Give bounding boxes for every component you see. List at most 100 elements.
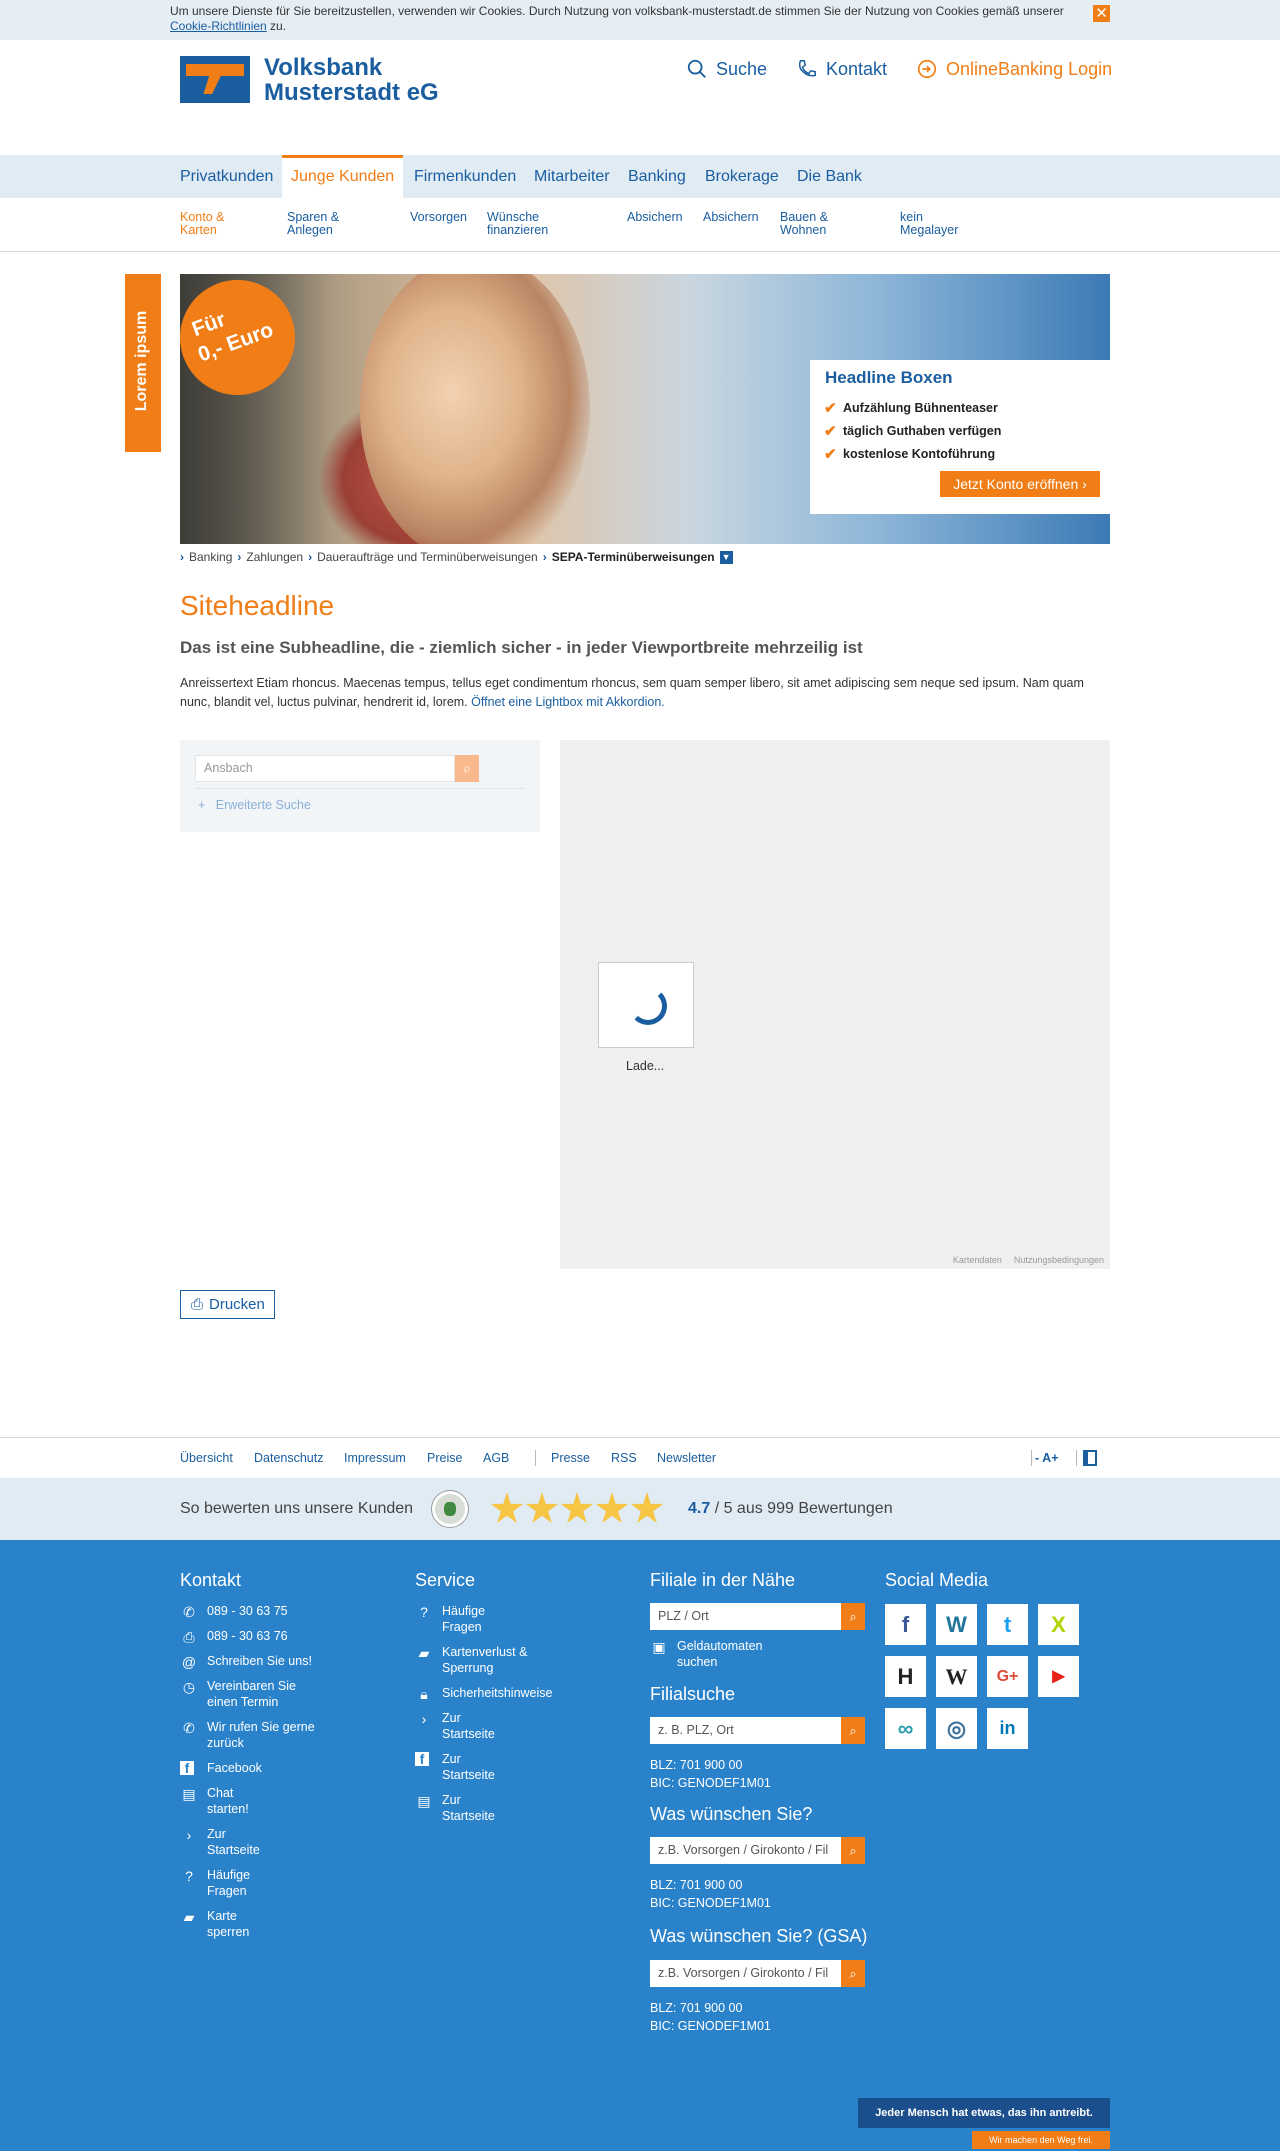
print-button[interactable]: ⎙ Drucken xyxy=(180,1290,275,1319)
search-link[interactable]: Suche xyxy=(686,58,767,80)
wish-search-input-gsa[interactable]: z.B. Vorsorgen / Girokonto / Fil ⌕ xyxy=(650,1960,865,1987)
breadcrumb-item[interactable]: Zahlungen xyxy=(246,550,303,564)
xing-icon[interactable]: X xyxy=(1038,1604,1079,1645)
kununu-icon[interactable]: H xyxy=(885,1656,926,1697)
footer-heading: Filialsuche xyxy=(650,1684,736,1704)
main-navigation: Privatkunden Junge Kunden Firmenkunden M… xyxy=(0,155,1280,198)
cookie-policy-link[interactable]: Cookie-Richtlinien xyxy=(170,19,267,33)
footer-fax[interactable]: ⎙ 089 - 30 63 76 xyxy=(180,1628,320,1645)
footer-link-rss[interactable]: RSS xyxy=(611,1451,637,1465)
service-chat[interactable]: ▤ Zur Startseite xyxy=(415,1792,495,1824)
customer-rating-bar: So bewerten uns unsere Kunden 4.7 / 5 au… xyxy=(0,1478,1280,1540)
phone-icon xyxy=(798,60,816,77)
youtube-icon[interactable]: ▶ xyxy=(1038,1656,1079,1697)
branch-search-input[interactable]: z. B. PLZ, Ort ⌕ xyxy=(650,1717,865,1744)
subnav-kein-megalayer[interactable]: kein Megalayer xyxy=(900,211,970,237)
service-security[interactable]: 🔒︎ Sicherheitshinweise xyxy=(415,1685,560,1702)
service-card-loss[interactable]: ▰ Kartenverlust & Sperrung xyxy=(415,1644,560,1676)
contact-link[interactable]: Kontakt xyxy=(796,58,887,80)
subnav-wuensche-finanzieren[interactable]: Wünsche finanzieren xyxy=(487,211,567,237)
check-icon: ✔ xyxy=(824,399,837,417)
footer-block-card[interactable]: ▰ Karte sperren xyxy=(180,1908,260,1940)
chat-icon: ▤ xyxy=(417,1793,431,1809)
branch-nearby-input[interactable]: PLZ / Ort ⌕ xyxy=(650,1603,865,1630)
service-facebook[interactable]: f Zur Startseite xyxy=(415,1751,495,1783)
star-icon xyxy=(560,1492,594,1523)
subnav-sparen-anlegen[interactable]: Sparen & Anlegen xyxy=(287,211,347,237)
search-icon[interactable]: ⌕ xyxy=(455,755,479,782)
chevron-right-icon: › xyxy=(186,1827,192,1843)
nav-die-bank[interactable]: Die Bank xyxy=(797,155,862,198)
nav-privatkunden[interactable]: Privatkunden xyxy=(180,155,273,198)
map-data-link[interactable]: Kartendaten xyxy=(953,1255,1002,1265)
font-size-control[interactable]: - A+ xyxy=(1035,1451,1059,1465)
sub-navigation: Konto & Karten Sparen & Anlegen Vorsorge… xyxy=(0,198,1280,252)
subnav-vorsorgen[interactable]: Vorsorgen xyxy=(410,211,480,224)
facebook-icon: f xyxy=(180,1761,194,1776)
breadcrumb-item[interactable]: Banking xyxy=(189,550,232,564)
bank-codes: BLZ: 701 900 00 BIC: GENODEF1M01 xyxy=(650,1878,771,1910)
twitter-icon[interactable]: t xyxy=(987,1604,1028,1645)
nav-junge-kunden[interactable]: Junge Kunden xyxy=(282,155,404,198)
footer-chat[interactable]: ▤ Chat starten! xyxy=(180,1785,255,1817)
subnav-konto-karten[interactable]: Konto & Karten xyxy=(180,211,240,237)
side-tab[interactable]: Lorem ipsum xyxy=(125,274,161,452)
footer-faq[interactable]: ? Häufige Fragen xyxy=(180,1867,260,1899)
footer-link-preise[interactable]: Preise xyxy=(427,1451,462,1465)
footer-link-impressum[interactable]: Impressum xyxy=(344,1451,406,1465)
google-plus-icon[interactable]: G+ xyxy=(987,1656,1028,1697)
card-icon: ▰ xyxy=(418,1645,430,1661)
facebook-icon[interactable]: f xyxy=(885,1604,926,1645)
nav-banking[interactable]: Banking xyxy=(628,155,686,198)
nav-firmenkunden[interactable]: Firmenkunden xyxy=(414,155,516,198)
footer-link-bar: Übersicht Datenschutz Impressum Preise A… xyxy=(0,1437,1280,1479)
page-subtitle: Das ist eine Subheadline, die - ziemlich… xyxy=(180,638,863,657)
bank-codes: BLZ: 701 900 00 BIC: GENODEF1M01 xyxy=(650,2001,771,2033)
footer-home[interactable]: › Zur Startseite xyxy=(180,1826,260,1858)
infinity-icon[interactable]: ∞ xyxy=(885,1708,926,1749)
subnav-absichern-2[interactable]: Absichern xyxy=(703,211,773,224)
map-terms-link[interactable]: Nutzungsbedingungen xyxy=(1014,1255,1104,1265)
footer-appointment[interactable]: ◷ Vereinbaren Sie einen Termin xyxy=(180,1678,320,1710)
open-account-button[interactable]: Jetzt Konto eröffnen › xyxy=(940,471,1100,497)
breadcrumb-item[interactable]: Daueraufträge und Terminüberweisungen xyxy=(317,550,538,564)
chevron-down-icon[interactable]: ▼ xyxy=(719,550,733,564)
footer-link-uebersicht[interactable]: Übersicht xyxy=(180,1451,233,1465)
footer-callback[interactable]: ✆ Wir rufen Sie gerne zurück xyxy=(180,1719,320,1751)
rating-label: So bewerten uns unsere Kunden xyxy=(180,1500,414,1517)
footer-write[interactable]: @ Schreiben Sie uns! xyxy=(180,1653,320,1670)
instagram-icon[interactable]: ◎ xyxy=(936,1708,977,1749)
subnav-bauen-wohnen[interactable]: Bauen & Wohnen xyxy=(780,211,840,237)
rating-score: 4.7 / 5 aus 999 Bewertungen xyxy=(688,1500,893,1517)
service-home[interactable]: › Zur Startseite xyxy=(415,1710,495,1742)
wordpress-icon[interactable]: W xyxy=(936,1604,977,1645)
footer-phone[interactable]: ✆ 089 - 30 63 75 xyxy=(180,1603,320,1620)
lightbox-link[interactable]: Öffnet eine Lightbox mit Akkordion. xyxy=(471,695,665,709)
footer-service-column: Service ? Häufige Fragen ▰ Kartenverlust &… xyxy=(415,1570,560,1833)
linkedin-icon[interactable]: in xyxy=(987,1708,1028,1749)
wikipedia-icon[interactable]: W xyxy=(936,1656,977,1697)
footer-link-datenschutz[interactable]: Datenschutz xyxy=(254,1451,323,1465)
nav-mitarbeiter[interactable]: Mitarbeiter xyxy=(534,155,610,198)
atm-search-link[interactable]: ▣ Geldautomaten suchen xyxy=(650,1638,800,1670)
footer-link-agb[interactable]: AGB xyxy=(483,1451,509,1465)
contrast-icon[interactable] xyxy=(1083,1450,1097,1466)
chevron-right-icon: › xyxy=(542,550,547,564)
wish-search-input[interactable]: z.B. Vorsorgen / Girokonto / Fil ⌕ xyxy=(650,1837,865,1864)
footer-link-newsletter[interactable]: Newsletter xyxy=(657,1451,716,1465)
nav-brokerage[interactable]: Brokerage xyxy=(705,155,779,198)
map-area[interactable]: Lade... Kartendaten Nutzungsbedingungen xyxy=(560,740,1110,1269)
onlinebanking-login-link[interactable]: OnlineBanking Login xyxy=(916,58,1112,80)
chevron-right-icon: › xyxy=(308,550,313,564)
fax-icon: ⎙ xyxy=(183,1629,195,1645)
footer-link-presse[interactable]: Presse xyxy=(551,1451,590,1465)
footer-facebook[interactable]: f Facebook xyxy=(180,1760,320,1776)
advanced-search-link[interactable]: + Erweiterte Suche xyxy=(198,798,311,812)
service-faq[interactable]: ? Häufige Fragen xyxy=(415,1603,510,1635)
login-icon xyxy=(917,59,937,79)
cookie-text: Um unsere Dienste für Sie bereitzustelle… xyxy=(170,4,1064,33)
subnav-absichern[interactable]: Absichern xyxy=(627,211,697,224)
close-icon[interactable]: ✕ xyxy=(1093,5,1110,22)
branch-search-input[interactable]: Ansbach xyxy=(195,755,455,782)
bank-logo[interactable]: Volksbank Musterstadt eG xyxy=(180,55,450,105)
